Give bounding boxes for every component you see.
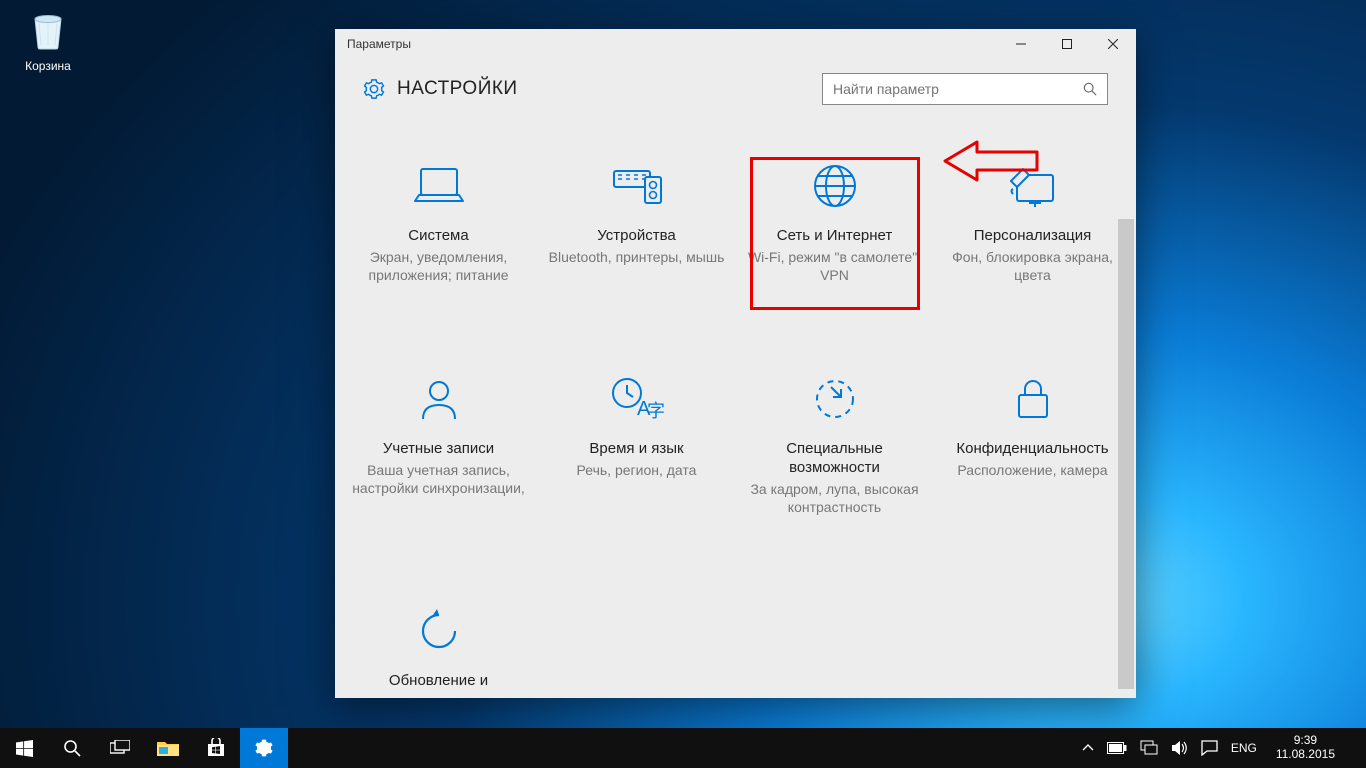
- tile-title: Персонализация: [938, 227, 1128, 246]
- tile-title: Конфиденциальность: [938, 440, 1128, 459]
- desktop-icon-label: Корзина: [12, 59, 84, 73]
- tile-privacy[interactable]: Конфиденциальность Расположение, камера: [938, 370, 1128, 516]
- gear-icon: [254, 738, 274, 758]
- search-input[interactable]: [833, 81, 1083, 97]
- battery-icon[interactable]: [1107, 742, 1127, 754]
- globe-icon: [811, 162, 859, 210]
- search-icon: [63, 739, 81, 757]
- update-icon: [415, 607, 463, 655]
- tile-devices[interactable]: Устройства Bluetooth, принтеры, мышь: [542, 157, 732, 284]
- scrollbar[interactable]: [1118, 219, 1134, 696]
- tile-title: Устройства: [542, 227, 732, 246]
- search-icon: [1083, 82, 1097, 96]
- scrollbar-thumb[interactable]: [1118, 219, 1134, 689]
- tile-title: Сеть и Интернет: [740, 227, 930, 246]
- gear-icon: [363, 78, 385, 100]
- desktop-icon-recycle[interactable]: Корзина: [12, 7, 84, 73]
- tile-ease-of-access[interactable]: Специальные возможности За кадром, лупа,…: [740, 370, 930, 516]
- tile-time-language[interactable]: A字 Время и язык Речь, регион, дата: [542, 370, 732, 516]
- tile-network[interactable]: Сеть и Интернет Wi-Fi, режим "в самолете…: [740, 157, 930, 284]
- store-icon: [206, 738, 226, 758]
- tile-sub: Речь, регион, дата: [542, 461, 732, 479]
- tray-language[interactable]: ENG: [1231, 741, 1257, 755]
- minimize-button[interactable]: [998, 29, 1044, 59]
- search-box[interactable]: [822, 73, 1108, 105]
- tile-accounts[interactable]: Учетные записи Ваша учетная запись, наст…: [344, 370, 534, 516]
- devices-icon: [609, 163, 665, 209]
- taskbar-app-settings[interactable]: [240, 728, 288, 768]
- tile-sub: За кадром, лупа, высокая контрастность: [740, 480, 930, 516]
- tile-title: Система: [344, 227, 534, 246]
- tile-sub: Wi-Fi, режим "в самолете", VPN: [740, 248, 930, 284]
- file-explorer-icon: [157, 739, 179, 757]
- windows-icon: [16, 740, 33, 757]
- close-button[interactable]: [1090, 29, 1136, 59]
- action-center-icon[interactable]: [1201, 740, 1218, 756]
- person-icon: [415, 375, 463, 423]
- laptop-icon: [411, 163, 467, 209]
- tile-system[interactable]: Система Экран, уведомления, приложения; …: [344, 157, 534, 284]
- time-language-icon: A字: [609, 375, 665, 423]
- volume-icon[interactable]: [1171, 740, 1188, 756]
- ease-icon: [811, 375, 859, 423]
- lock-icon: [1011, 375, 1055, 423]
- tile-sub: Экран, уведомления, приложения; питание: [344, 248, 534, 284]
- recycle-bin-icon: [25, 7, 71, 53]
- tile-title: Специальные возможности: [740, 440, 930, 478]
- maximize-button[interactable]: [1044, 29, 1090, 59]
- taskbar-search-button[interactable]: [48, 728, 96, 768]
- tile-sub: Расположение, камера: [938, 461, 1128, 479]
- system-tray: ENG 9:39 11.08.2015: [1082, 728, 1366, 768]
- titlebar[interactable]: Параметры: [335, 29, 1136, 59]
- tile-update[interactable]: Обновление и: [344, 602, 534, 693]
- taskbar-app-store[interactable]: [192, 728, 240, 768]
- window-title: Параметры: [347, 37, 411, 51]
- tile-sub: Фон, блокировка экрана, цвета: [938, 248, 1128, 284]
- task-view-button[interactable]: [96, 728, 144, 768]
- taskbar-app-explorer[interactable]: [144, 728, 192, 768]
- settings-window: Параметры НАСТРОЙКИ: [335, 29, 1136, 698]
- tile-title: Обновление и: [344, 672, 534, 691]
- task-view-icon: [110, 740, 130, 756]
- tray-chevron-up-icon[interactable]: [1082, 742, 1094, 754]
- network-icon[interactable]: [1140, 740, 1158, 756]
- tile-sub: Ваша учетная запись, настройки синхрониз…: [344, 461, 534, 497]
- page-title: НАСТРОЙКИ: [397, 78, 518, 100]
- start-button[interactable]: [0, 728, 48, 768]
- tray-date: 11.08.2015: [1276, 748, 1335, 762]
- svg-text:字: 字: [647, 401, 665, 421]
- tray-time: 9:39: [1276, 734, 1335, 748]
- settings-header: НАСТРОЙКИ: [335, 59, 1136, 119]
- tile-title: Время и язык: [542, 440, 732, 459]
- annotation-arrow: [941, 139, 1039, 189]
- tile-sub: Bluetooth, принтеры, мышь: [542, 248, 732, 266]
- tile-title: Учетные записи: [344, 440, 534, 459]
- tray-clock[interactable]: 9:39 11.08.2015: [1270, 734, 1341, 762]
- taskbar: ENG 9:39 11.08.2015: [0, 728, 1366, 768]
